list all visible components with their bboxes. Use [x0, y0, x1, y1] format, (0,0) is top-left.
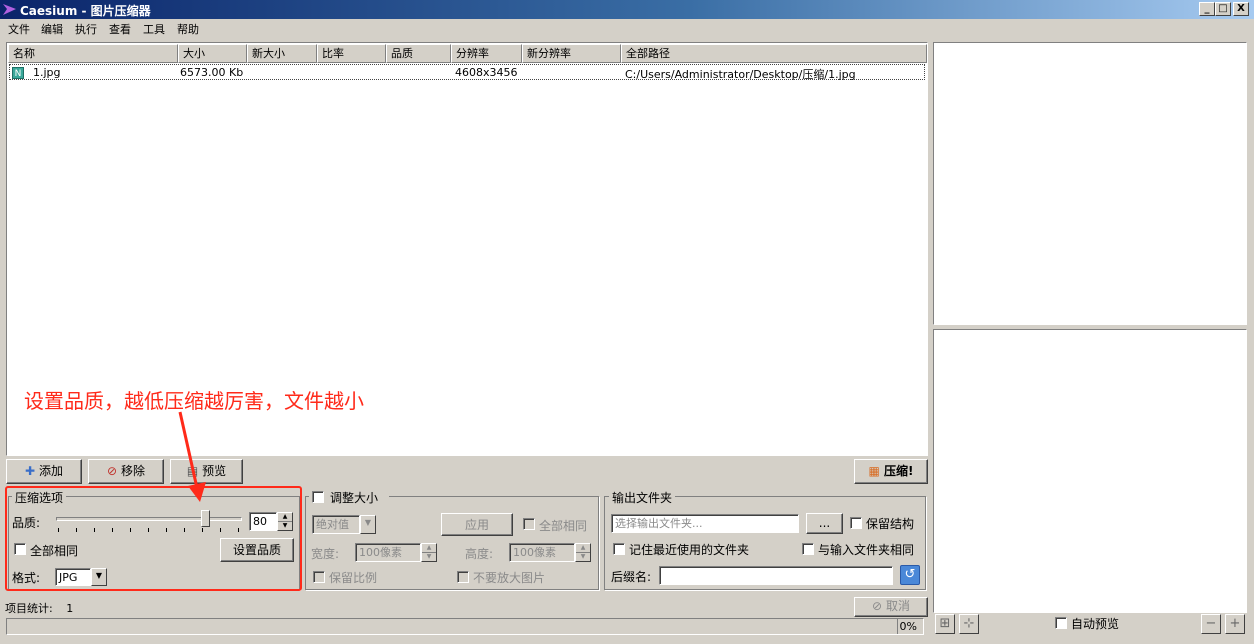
status-items: 项目统计: 1: [5, 600, 73, 616]
height-spinner[interactable]: ▲ ▼: [575, 543, 591, 562]
remember-folder-label: 记住最近使用的文件夹: [629, 543, 750, 557]
plus-icon: ✚: [25, 464, 36, 478]
window-title: Caesium - 图片压缩器: [20, 4, 151, 18]
remove-label: 移除: [120, 464, 145, 478]
spin-down-icon[interactable]: ▼: [422, 553, 436, 562]
progress-percent: 0%: [899, 620, 917, 633]
cell-resolution: 4608x3456: [455, 66, 518, 79]
zoom-in-icon[interactable]: +: [1225, 614, 1245, 634]
items-count-value: 1: [66, 602, 74, 615]
suffix-input[interactable]: [659, 566, 893, 585]
add-label: 添加: [38, 464, 63, 478]
remove-icon: ⊘: [107, 464, 118, 478]
remember-folder-checkbox[interactable]: [613, 543, 625, 555]
same-as-input-label: 与输入文件夹相同: [818, 543, 915, 557]
spin-up-icon[interactable]: ▲: [576, 544, 590, 553]
refresh-icon[interactable]: ↺: [900, 565, 920, 585]
height-field[interactable]: 100像素: [509, 543, 575, 562]
suffix-label: 后缀名:: [611, 570, 652, 584]
cell-path: C:/Users/Administrator/Desktop/压缩/1.jpg: [625, 68, 856, 81]
add-button[interactable]: ✚ 添加: [6, 459, 82, 484]
same-as-input-checkbox[interactable]: [802, 543, 814, 555]
menu-view[interactable]: 查看: [109, 21, 131, 37]
maximize-button[interactable]: □: [1215, 2, 1231, 16]
auto-preview-label: 自动预览: [1071, 617, 1120, 631]
original-preview: [933, 42, 1247, 325]
no-enlarge-checkbox[interactable]: [457, 571, 469, 583]
menu-tools[interactable]: 工具: [143, 21, 165, 37]
fit-icon[interactable]: ⊞: [935, 614, 955, 634]
column-header-new-resolution[interactable]: 新分辨率: [522, 44, 621, 63]
cell-size: 6573.00 Kb: [180, 66, 244, 79]
no-enlarge-label: 不要放大图片: [473, 571, 546, 585]
cell-name: 1.jpg: [33, 66, 61, 79]
spin-up-icon[interactable]: ▲: [422, 544, 436, 553]
menu-file[interactable]: 文件: [8, 21, 30, 37]
title-bar: Caesium - 图片压缩器 _ □ X: [0, 0, 1254, 19]
menu-edit[interactable]: 编辑: [41, 21, 63, 37]
resize-checkbox[interactable]: [312, 491, 324, 503]
zoom-out-icon[interactable]: −: [1201, 614, 1221, 634]
resize-title: 调整大小: [330, 491, 379, 505]
spin-down-icon[interactable]: ▼: [576, 553, 590, 562]
compress-button[interactable]: ▦ 压缩!: [854, 459, 928, 484]
cancel-label: 取消: [885, 599, 910, 613]
cancel-icon: ⊘: [872, 599, 883, 613]
full-size-icon[interactable]: ⊹: [959, 614, 979, 634]
width-spinner[interactable]: ▲ ▼: [421, 543, 437, 562]
annotation-highlight-box: [5, 486, 302, 591]
resize-all-same-label: 全部相同: [539, 519, 588, 533]
output-folder-input[interactable]: 选择输出文件夹...: [611, 514, 799, 533]
keep-structure-label: 保留结构: [866, 517, 915, 531]
app-logo-icon: [3, 4, 16, 15]
menu-run[interactable]: 执行: [75, 21, 97, 37]
compressed-preview: [933, 329, 1247, 613]
column-header-full-path[interactable]: 全部路径: [621, 44, 927, 63]
compress-icon: ▦: [868, 464, 880, 478]
image-file-icon: N: [12, 67, 24, 79]
column-header-new-size[interactable]: 新大小: [247, 44, 317, 63]
items-count-label: 项目统计:: [5, 602, 53, 615]
auto-preview-checkbox[interactable]: [1055, 617, 1067, 629]
column-header-resolution[interactable]: 分辨率: [451, 44, 522, 63]
output-folder-title: 输出文件夹: [609, 489, 676, 506]
resize-mode-chevron-icon[interactable]: ▼: [360, 515, 376, 534]
column-header-size[interactable]: 大小: [178, 44, 247, 63]
close-button[interactable]: X: [1233, 2, 1249, 16]
cancel-button[interactable]: ⊘ 取消: [854, 597, 928, 617]
apply-button[interactable]: 应用: [441, 513, 513, 536]
height-label: 高度:: [465, 547, 494, 561]
keep-structure-checkbox[interactable]: [850, 517, 862, 529]
remove-button[interactable]: ⊘ 移除: [88, 459, 164, 484]
width-label: 宽度:: [311, 547, 340, 561]
keep-ratio-checkbox[interactable]: [313, 571, 325, 583]
keep-ratio-label: 保留比例: [329, 571, 378, 585]
browse-button[interactable]: ...: [806, 513, 843, 534]
column-header-ratio[interactable]: 比率: [317, 44, 386, 63]
column-header-quality[interactable]: 品质: [386, 44, 451, 63]
resize-all-same-checkbox[interactable]: [523, 518, 535, 530]
minimize-button[interactable]: _: [1199, 2, 1215, 16]
menu-bar: 文件 编辑 执行 查看 工具 帮助: [0, 19, 1254, 38]
progress-bar: 0%: [6, 618, 924, 635]
compress-label: 压缩!: [884, 464, 914, 478]
menu-help[interactable]: 帮助: [177, 21, 199, 37]
resize-mode-select[interactable]: 绝对值: [312, 515, 360, 534]
column-header-name[interactable]: 名称: [8, 44, 178, 63]
width-field[interactable]: 100像素: [355, 543, 421, 562]
